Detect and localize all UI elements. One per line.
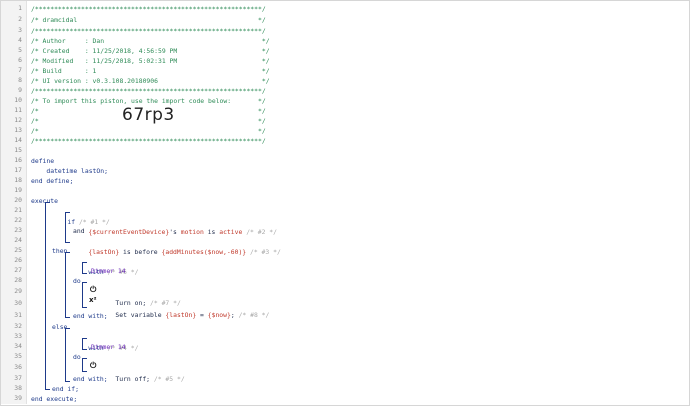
line-number: 30	[14, 299, 22, 307]
line-number: 23	[14, 226, 22, 234]
line-number: 26	[14, 256, 22, 264]
line-number: 13	[14, 126, 22, 134]
line-number: 34	[14, 342, 22, 350]
line-number: 21	[14, 206, 22, 214]
line-number: 28	[14, 276, 22, 284]
comment-line: /***************************************…	[31, 137, 266, 145]
line-number: 5	[18, 46, 22, 54]
line-number: 8	[18, 76, 22, 84]
comment-line: /***************************************…	[31, 5, 266, 13]
end-with-keyword: end with;	[73, 312, 108, 320]
line-number: 9	[18, 86, 22, 94]
line-number: 2	[18, 15, 22, 23]
power-off-icon: ⏻	[90, 361, 97, 370]
condition-possessive: 's	[169, 228, 181, 236]
power-icon: ⏻	[90, 285, 97, 294]
line-number: 27	[14, 266, 22, 274]
line-number: 17	[14, 166, 22, 174]
variable-icon: x²	[89, 296, 97, 304]
assign-operator: =	[196, 311, 208, 319]
line-number: 3	[18, 26, 22, 34]
line-number: 16	[14, 156, 22, 164]
task-text: Turn off;	[115, 375, 151, 383]
line-number: 38	[14, 384, 22, 392]
line-number: 6	[18, 56, 22, 64]
line-number: 36	[14, 363, 22, 371]
condition-operator: is	[203, 228, 220, 236]
condition-expression: {addMinutes($now,-60)}	[161, 248, 247, 256]
device-name[interactable]: Dimmer 14	[91, 342, 126, 353]
statement-end: ;	[230, 311, 235, 319]
line-number: 22	[14, 216, 22, 224]
comment-line: /* dramcidal */	[31, 16, 266, 24]
condition-value: active	[219, 228, 243, 236]
line-number: 33	[14, 332, 22, 340]
condition-device: {$currentEventDevice}	[88, 228, 170, 236]
line-number: 15	[14, 146, 22, 154]
variable-name: {lastOn}	[165, 311, 197, 319]
line-number: 12	[14, 116, 22, 124]
condition-tag: /* #2 */	[246, 228, 277, 236]
condition-1[interactable]: {$currentEventDevice}'s motion is active…	[73, 216, 277, 236]
import-code[interactable]: 67rp3	[122, 105, 175, 125]
else-block-bracket	[65, 328, 70, 382]
execute-block-bracket	[45, 202, 50, 390]
line-number: 24	[14, 236, 22, 244]
then-block-bracket	[65, 252, 70, 318]
end-define-keyword: end define;	[31, 177, 74, 185]
line-number: 25	[14, 246, 22, 254]
with-2-bracket	[82, 338, 87, 350]
line-number: 19	[14, 186, 22, 194]
task-tag: /* #5 */	[153, 375, 185, 383]
line-number: 1	[18, 4, 22, 12]
condition-tag: /* #3 */	[250, 248, 281, 256]
turn-on-task[interactable]: Turn on; /* #7 */	[100, 287, 180, 307]
condition-2[interactable]: {lastOn} is before {addMinutes($now,-60)…	[73, 236, 280, 256]
line-number: 31	[14, 311, 22, 319]
with-1-bracket	[82, 262, 87, 274]
line-number: 14	[14, 136, 22, 144]
line-number: 32	[14, 322, 22, 330]
line-number: 7	[18, 66, 22, 74]
line-number: 10	[14, 96, 22, 104]
do-keyword: do	[73, 277, 81, 285]
line-number: 4	[18, 36, 22, 44]
variable-value: {$now}	[207, 311, 231, 319]
line-number: 20	[14, 196, 22, 204]
line-number: 35	[14, 352, 22, 360]
condition-operator: is before	[119, 248, 162, 256]
device-name[interactable]: Dimmer 14	[91, 266, 126, 277]
line-number: 11	[14, 106, 22, 114]
line-number: 37	[14, 374, 22, 382]
turn-off-task[interactable]: Turn off; /* #5 */	[100, 363, 184, 383]
do-1-bracket	[82, 282, 87, 308]
do-2-bracket	[82, 358, 87, 372]
do-keyword: do	[73, 353, 81, 361]
if-block-bracket	[65, 212, 70, 243]
set-variable-task[interactable]: Set variable {lastOn} = {$now}; /* #8 */	[100, 299, 269, 319]
condition-variable: {lastOn}	[88, 248, 120, 256]
task-text: Set variable	[115, 311, 166, 319]
line-number: 39	[14, 394, 22, 402]
condition-attribute: motion	[180, 228, 204, 236]
end-execute-keyword: end execute;	[31, 395, 78, 403]
line-number: 18	[14, 176, 22, 184]
code-area: 1 2 3 4 5 6 7 8 9 10 11 12 13 14 15 16 1…	[0, 0, 690, 406]
line-number: 29	[14, 287, 22, 295]
task-tag: /* #8 */	[238, 311, 270, 319]
